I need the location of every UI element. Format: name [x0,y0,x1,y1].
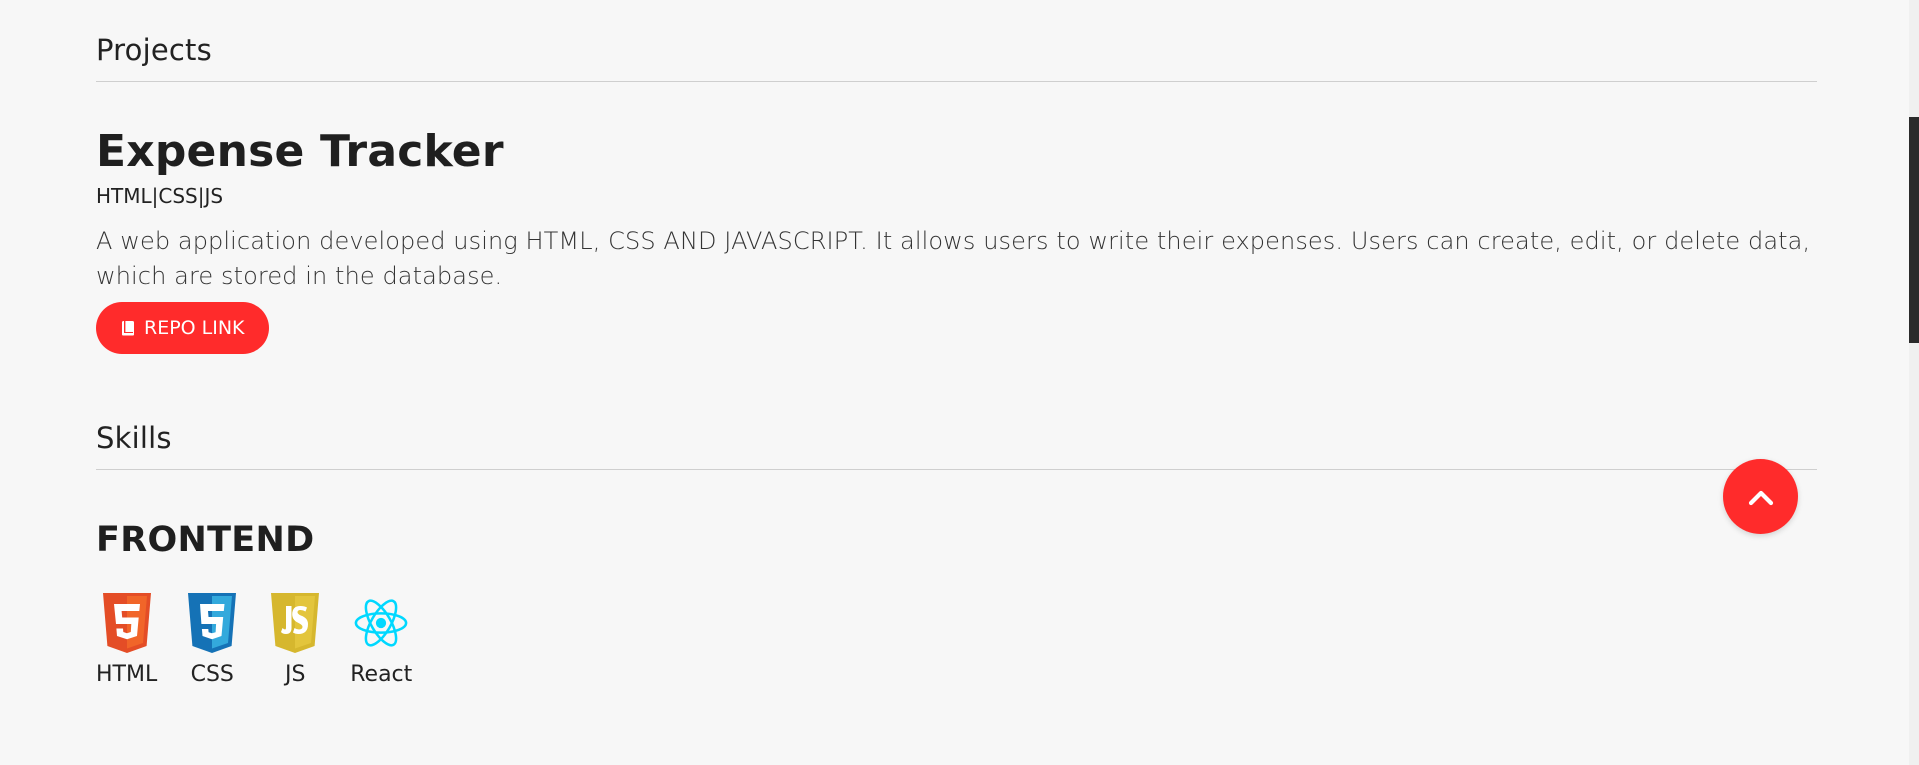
skill-category-title: FRONTEND [96,520,315,561]
css3-icon [184,592,240,654]
skill-item-css: CSS [184,592,240,687]
projects-section: Projects Expense Tracker HTML|CSS|JS A w… [96,0,1817,355]
project-title: Expense Tracker [96,126,504,177]
project-tech-stack: HTML|CSS|JS [96,184,224,209]
project-description: A web application developed using HTML, … [96,227,1811,291]
skill-item-html: HTML [96,592,157,687]
repo-link-button[interactable]: REPO LINK [96,302,269,355]
skill-item-react: React [350,592,412,687]
skill-label: React [350,662,413,688]
javascript-icon [267,592,323,654]
html5-icon [99,592,155,654]
repo-link-label: REPO LINK [144,317,245,340]
projects-heading: Projects [96,0,1817,82]
main-content: Projects Expense Tracker HTML|CSS|JS A w… [96,0,1817,687]
skill-label: CSS [190,662,234,688]
chevron-up-icon [1748,488,1774,506]
skills-heading: Skills [96,421,1817,471]
page: Projects Expense Tracker HTML|CSS|JS A w… [0,0,1919,765]
scrollbar-thumb[interactable] [1909,117,1919,343]
book-icon [120,320,136,337]
skill-label: JS [285,662,306,688]
scroll-to-top-button[interactable] [1723,459,1798,534]
skills-section: Skills FRONTEND HTML CSS JS React [96,421,1817,687]
react-icon [353,592,409,654]
skill-list: HTML CSS JS React [96,592,1817,687]
scrollbar-track[interactable] [1909,0,1919,765]
project-card: Expense Tracker HTML|CSS|JS A web applic… [96,82,1817,355]
skill-label: HTML [96,662,158,688]
skill-item-js: JS [267,592,323,687]
